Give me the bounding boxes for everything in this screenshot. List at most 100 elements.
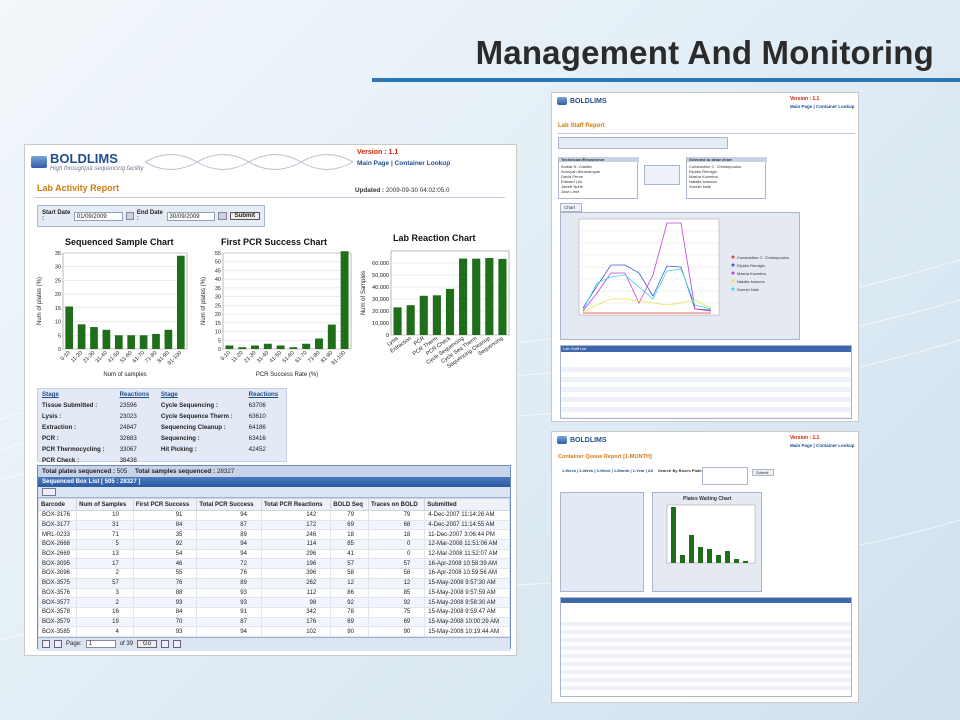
reactions-header: Reactions (248, 391, 279, 398)
table-row[interactable]: BOX-3177 31 84 87 172 69 68 4-Dec-2007 11:14:55… (37, 519, 510, 531)
table-cell: 79 (367, 510, 426, 521)
export-icon[interactable] (42, 488, 56, 496)
column-header[interactable]: Total PCR Reactions (260, 498, 332, 511)
table-row[interactable]: BOX-3585 4 93 94 102 90 90 15-May-2008 10:19:44… (37, 626, 510, 637)
top-links[interactable]: Main Page | Container Lookup (790, 104, 855, 109)
stat-label: Extraction : (42, 424, 77, 431)
stat-label: PCR Thermocycling : (42, 446, 105, 453)
version-label: Version : 1.1 (790, 435, 820, 441)
column-header[interactable]: Submitted (424, 498, 510, 511)
table-row[interactable]: BOX-3575 57 76 89 262 12 12 15-May-2008 9:57:30… (37, 577, 510, 589)
table-cell: 90 (367, 626, 426, 637)
table-cell: 16-Apr-2008 10:59:56 AM (424, 568, 510, 579)
container-lookup-link[interactable]: Container Lookup (395, 160, 451, 167)
table-cell: 342 (260, 606, 332, 618)
selected-list[interactable]: Selected to draw chart Constantine C. Ch… (686, 157, 767, 199)
chart-tab[interactable]: Chart (560, 203, 582, 212)
boldlims-logo: BOLDLIMS (557, 97, 607, 105)
table-row[interactable]: BOX-2668 5 92 94 114 85 0 12-Mar-2008 11:51:06 … (37, 539, 510, 550)
column-header[interactable]: Total PCR Success (196, 498, 262, 511)
last-page-button[interactable] (173, 640, 182, 649)
y-tick-label: 10 (215, 330, 221, 336)
table-row[interactable]: BOX-2669 13 54 94 296 41 0 12-Mar-2008 11:52:07… (37, 548, 510, 560)
table-cell: 98 (260, 597, 332, 608)
first-page-button[interactable] (42, 640, 50, 649)
stat-value: 42452 (248, 446, 266, 453)
submit-button[interactable]: Submit (229, 212, 261, 220)
stat-value: 63706 (248, 402, 266, 409)
total-samples-value: 28327 (216, 468, 235, 475)
table-cell: 41 (330, 548, 369, 560)
end-date-input[interactable]: 30/09/2009 (166, 211, 216, 221)
table-cell: 54 (132, 548, 198, 560)
stat-value: 64186 (248, 424, 266, 431)
table-row[interactable]: BOX-3576 3 88 93 112 86 85 15-May-2008 9:57:59 … (37, 587, 510, 599)
y-tick-label: 45 (215, 268, 221, 274)
staff-table: Lab Staff List (560, 345, 852, 419)
grid-header: Sequenced Box List [ 505 : 28327 ] (38, 477, 510, 487)
table-row[interactable]: MRL-0233 71 35 89 246 18 18 11-Dec-2007 3:06:44… (37, 529, 510, 541)
add-remove-buttons[interactable] (644, 165, 680, 185)
table-row[interactable]: BOX-3578 16 84 91 342 78 75 15-May-2008 9:59:47… (37, 606, 510, 618)
top-links[interactable]: Main Page | Container Lookup (790, 443, 855, 448)
search-textarea[interactable] (702, 467, 748, 485)
start-calendar-icon[interactable] (125, 212, 134, 220)
logo-name: BOLDLIMS (570, 97, 607, 105)
plates-chart-svg (666, 504, 756, 564)
column-header[interactable]: Num of Samples (76, 498, 134, 511)
table-cell: BOX-3095 (37, 558, 78, 570)
prev-page-button[interactable] (54, 640, 62, 649)
start-date-input[interactable]: 01/09/2009 (73, 211, 123, 221)
queue-table-header (561, 598, 851, 603)
table-row[interactable]: BOX-3096 2 55 76 396 58 58 16-Apr-2008 10:59:56… (37, 568, 510, 579)
list-item[interactable]: Jose Lime (561, 189, 579, 194)
y-tick-label: 0 (218, 347, 221, 353)
updated-value: 2009-09-30 04:02:05.0 (385, 187, 450, 194)
go-button[interactable]: Go (137, 640, 158, 649)
table-cell: 12 (367, 577, 426, 589)
bar (498, 258, 507, 335)
logo-mark-icon (31, 155, 47, 168)
bar (485, 257, 494, 335)
submit-label: Submit (756, 470, 769, 475)
total-samples-label: Total samples sequenced : (135, 468, 216, 475)
table-cell: 58 (330, 568, 369, 579)
x-tick-label: 61-70 (294, 350, 308, 364)
table-cell: 93 (132, 626, 198, 637)
next-page-button[interactable] (161, 640, 170, 649)
end-calendar-icon[interactable] (218, 212, 227, 220)
page-title: Lab Staff Report (558, 123, 605, 129)
y-tick-label: 5 (58, 333, 61, 339)
technician-select[interactable]: Technician/Researcher Andiat N. Castillo… (558, 157, 639, 199)
queue-submit-button[interactable]: Submit (752, 469, 774, 476)
chart-svg: 05101520253035404550550-1011-2021-3031-4… (201, 251, 352, 378)
y-tick-label: 35 (55, 251, 61, 257)
page-title: Container Queue Report [1-MONTH] (558, 454, 652, 460)
header-divider (557, 133, 855, 134)
table-row[interactable]: BOX-3579 19 70 87 176 69 69 15-May-2008 10:00:2… (37, 616, 510, 628)
list-item[interactable]: Suresh Naik (689, 184, 711, 189)
boldlims-logo: BOLDLIMS (557, 436, 607, 444)
bar (459, 258, 468, 335)
column-header[interactable]: First PCR Success (132, 498, 198, 511)
table-cell: BOX-3585 (37, 626, 78, 637)
table-cell: 16-Apr-2008 10:58:39 AM (424, 558, 510, 570)
page-input[interactable]: 1 (85, 640, 116, 649)
x-tick-label: 61-70 (132, 350, 146, 364)
table-row[interactable]: BOX-3176 10 91 94 142 79 79 4-Dec-2007 11:14:26… (37, 510, 510, 521)
table-cell: 35 (132, 529, 198, 541)
table-cell: 196 (260, 558, 332, 570)
table-row[interactable]: BOX-3095 17 46 72 196 57 57 16-Apr-2008 10:58:3… (37, 558, 510, 570)
stat-label: Cycle Sequence Therm : (160, 413, 233, 420)
table-row[interactable]: BOX-3577 2 93 93 98 92 92 15-May-2008 9:58:30 A… (37, 597, 510, 608)
stat-label: PCR : (42, 435, 59, 442)
period-filters[interactable]: 1-Week | 2-Week | 3-Week | 1-Month | 1-Y… (562, 468, 653, 473)
total-plates-label: Total plates sequenced : (42, 468, 116, 475)
y-tick-label: 20,000 (372, 309, 389, 315)
column-header[interactable]: BOLD Seq (330, 498, 369, 511)
column-header[interactable]: Traces on BOLD (367, 498, 426, 511)
column-header[interactable]: Barcode (37, 498, 78, 511)
table-cell: BOX-3579 (37, 616, 78, 628)
main-page-link[interactable]: Main Page (357, 160, 389, 167)
updated-label: Updated : (355, 187, 385, 194)
